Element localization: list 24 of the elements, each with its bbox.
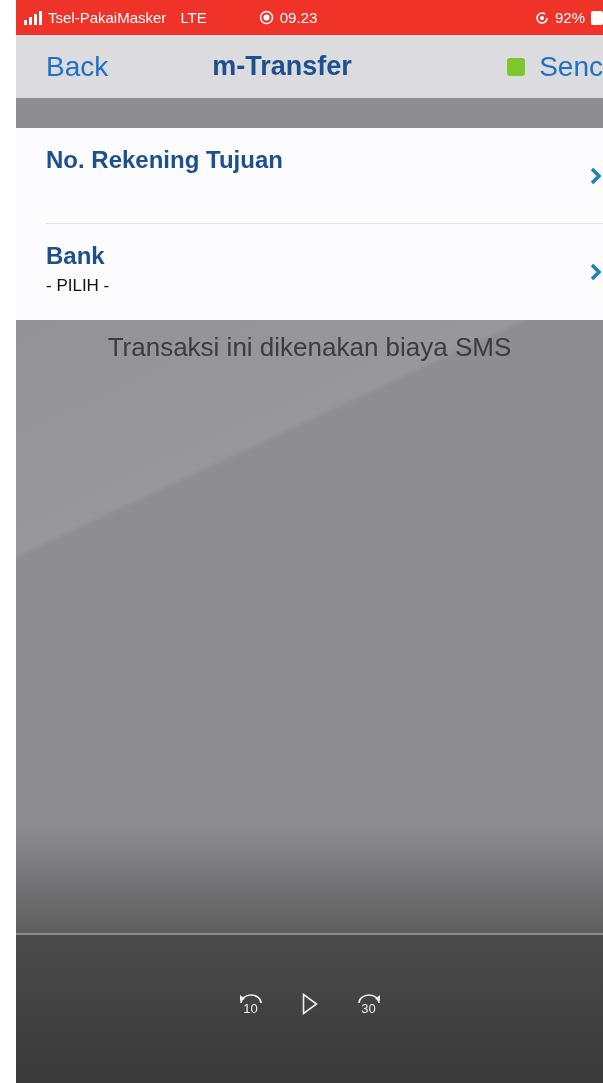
carrier-name: Tsel-PakaiMasker [48, 9, 167, 26]
signal-icon [24, 10, 42, 25]
status-square-icon [507, 57, 526, 76]
skip-seconds-label[interactable]: 30 [361, 1003, 376, 1015]
network-type: LTE [180, 9, 207, 26]
send-button[interactable]: Senc [539, 50, 603, 83]
skip-seconds-label[interactable]: 10 [243, 1003, 258, 1015]
battery-percent: 92% [554, 9, 585, 26]
list-row[interactable]: No. Rekening Tujuan [16, 128, 603, 224]
row-label: Bank [46, 242, 106, 270]
undo-arrow-icon[interactable] [237, 993, 264, 1003]
screen-title: m-Transfer [212, 51, 352, 82]
play-button[interactable] [301, 993, 318, 1015]
chevron-icon [590, 263, 601, 281]
fee-notice: Transaksi ini dikenakan biaya SMS [106, 331, 513, 363]
battery-icon [591, 10, 603, 25]
row-value: - PILIH - [46, 276, 111, 296]
row-label: No. Rekening Tujuan [46, 146, 284, 174]
clock: 09.23 [279, 9, 318, 26]
chevron-icon [590, 167, 601, 185]
list-row[interactable]: Bank - PILIH - [16, 224, 603, 320]
rotation-lock-icon [534, 10, 549, 25]
redo-arrow-icon[interactable] [355, 993, 382, 1003]
back-button[interactable]: Back [46, 50, 109, 83]
